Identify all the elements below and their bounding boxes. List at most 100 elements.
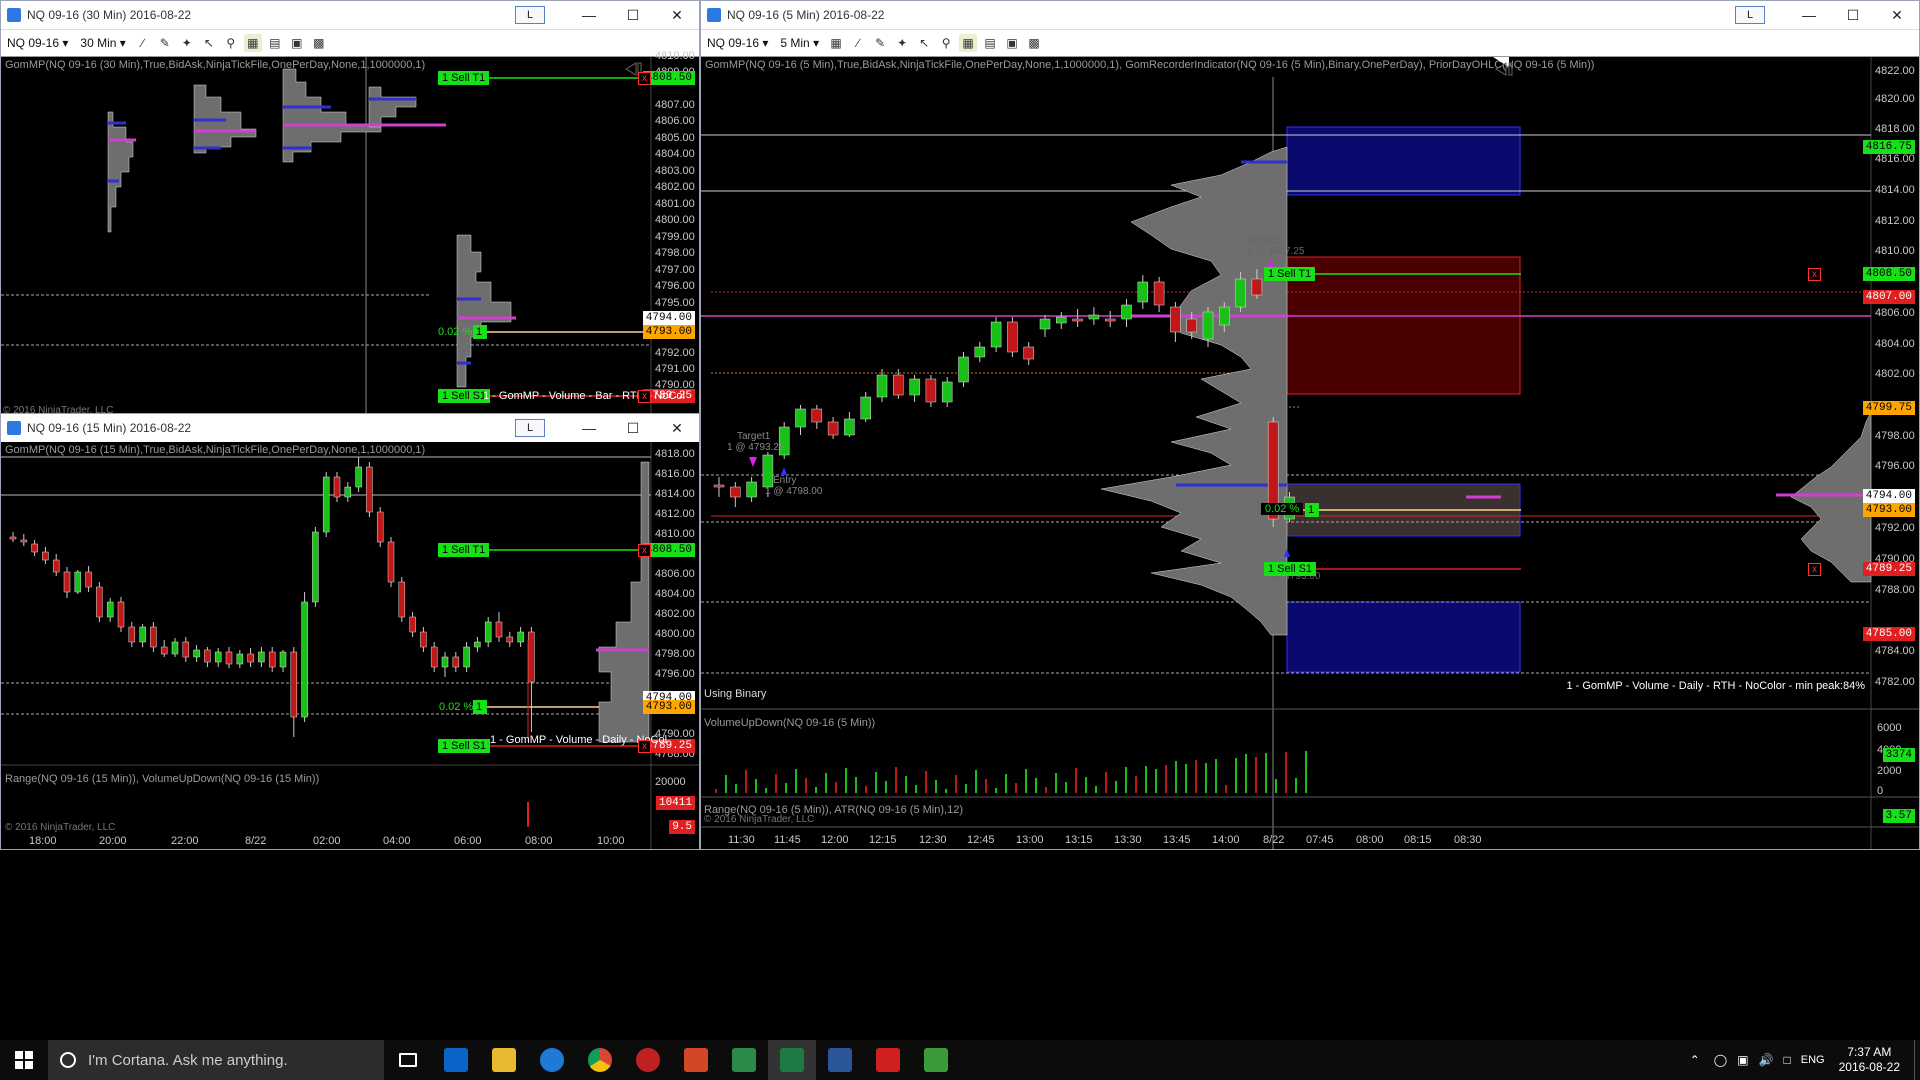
close-icon[interactable]: ✕: [655, 414, 699, 442]
sell-t1-order[interactable]: 1 Sell T1: [438, 71, 490, 85]
position-marker[interactable]: 1: [1305, 503, 1319, 517]
minimize-icon[interactable]: —: [1787, 1, 1831, 29]
candle-body: [1039, 318, 1051, 330]
people-icon[interactable]: ◯: [1714, 1053, 1727, 1067]
pencil-icon[interactable]: ✎: [871, 34, 889, 52]
magic-icon[interactable]: ✦: [893, 34, 911, 52]
price-axis[interactable]: 4822.00 4820.00 4818.00 4816.00 4814.00 …: [1871, 57, 1919, 709]
instrument-selector[interactable]: NQ 09-16 ▾: [701, 32, 774, 54]
show-desktop-button[interactable]: [1914, 1040, 1920, 1080]
candle-body: [844, 418, 855, 436]
time-axis[interactable]: 11:30 11:45 12:00 12:15 12:30 12:45 13:0…: [701, 832, 1871, 849]
candle-body: [730, 486, 741, 498]
minimize-icon[interactable]: —: [567, 414, 611, 442]
line-tool-icon[interactable]: ∕: [134, 34, 152, 52]
tws-icon[interactable]: [720, 1040, 768, 1080]
magic-icon[interactable]: ✦: [178, 34, 196, 52]
notification-chat-icon[interactable]: □: [1784, 1053, 1791, 1067]
chart-window-5min[interactable]: NQ 09-16 (5 Min) 2016-08-22 L — ☐ ✕ NQ 0…: [700, 0, 1920, 850]
candle-body: [876, 374, 888, 398]
cancel-order-icon[interactable]: x: [1808, 268, 1821, 281]
position-marker[interactable]: 1: [473, 700, 487, 714]
indicators-icon[interactable]: ▤: [981, 34, 999, 52]
price-axis[interactable]: 4810.00 4809.00 4807.00 4806.00 4805.00 …: [651, 50, 699, 414]
powerpoint-icon[interactable]: [672, 1040, 720, 1080]
properties-icon[interactable]: ▩: [1025, 34, 1043, 52]
cancel-order-icon[interactable]: x: [638, 544, 651, 557]
close-icon[interactable]: ✕: [1875, 1, 1919, 29]
ninjatrader-app-icon[interactable]: [624, 1040, 672, 1080]
cancel-order-icon[interactable]: x: [638, 390, 651, 403]
task-view-icon[interactable]: [384, 1040, 432, 1080]
zoom-icon[interactable]: ⚲: [937, 34, 955, 52]
volume-icon[interactable]: 🔊: [1759, 1053, 1774, 1067]
maximize-icon[interactable]: ☐: [611, 1, 655, 29]
instrument-selector[interactable]: NQ 09-16 ▾: [1, 32, 74, 54]
candle-body: [1104, 318, 1116, 322]
price-tick: 4818.00: [655, 448, 695, 460]
chart-window-15min[interactable]: NQ 09-16 (15 Min) 2016-08-22 L — ☐ ✕ Gom…: [0, 413, 700, 850]
candle-body: [193, 649, 200, 658]
zoom-icon[interactable]: ⚲: [222, 34, 240, 52]
sell-t1-order[interactable]: 1 Sell T1: [1264, 267, 1316, 281]
sell-s1-order[interactable]: 1 Sell S1: [1264, 562, 1317, 576]
price-axis[interactable]: 4818.00 4816.00 4814.00 4812.00 4810.00 …: [651, 442, 699, 765]
price-chart[interactable]: GomMP(NQ 09-16 (30 Min),True,BidAsk,Ninj…: [1, 50, 699, 414]
language-indicator[interactable]: ENG: [1801, 1054, 1825, 1066]
outlook-icon[interactable]: [432, 1040, 480, 1080]
close-icon[interactable]: ✕: [655, 1, 699, 29]
cancel-order-icon[interactable]: x: [638, 72, 651, 85]
properties-icon[interactable]: ▩: [310, 34, 328, 52]
cortana-search[interactable]: I'm Cortana. Ask me anything.: [48, 1040, 384, 1080]
position-marker[interactable]: 1: [473, 325, 487, 339]
title-bar[interactable]: NQ 09-16 (30 Min) 2016-08-22 L — ☐ ✕: [1, 1, 699, 29]
strategy-icon[interactable]: ▣: [288, 34, 306, 52]
indicators-icon[interactable]: ▤: [266, 34, 284, 52]
sell-t1-order[interactable]: 1 Sell T1: [438, 543, 490, 557]
file-explorer-icon[interactable]: [480, 1040, 528, 1080]
candle-body: [452, 656, 460, 668]
time-tick: 12:15: [869, 834, 897, 846]
interval-selector[interactable]: 30 Min ▾: [74, 32, 131, 54]
app-green-icon[interactable]: [912, 1040, 960, 1080]
title-bar[interactable]: NQ 09-16 (15 Min) 2016-08-22 L — ☐ ✕: [1, 414, 699, 442]
clock[interactable]: 7:37 AM 2016-08-22: [1839, 1045, 1900, 1075]
windows-start-icon[interactable]: [0, 1040, 48, 1080]
cancel-order-icon[interactable]: x: [1808, 563, 1821, 576]
chart-window-30min[interactable]: NQ 09-16 (30 Min) 2016-08-22 L — ☐ ✕ NQ …: [0, 0, 700, 415]
pointer-icon[interactable]: ↖: [915, 34, 933, 52]
time-axis[interactable]: 18:00 20:00 22:00 8/22 02:00 04:00 06:00…: [1, 834, 651, 849]
edge-icon[interactable]: [528, 1040, 576, 1080]
candle-body: [1023, 346, 1034, 360]
strategy-icon[interactable]: ▣: [1003, 34, 1021, 52]
pencil-icon[interactable]: ✎: [156, 34, 174, 52]
word-icon[interactable]: [816, 1040, 864, 1080]
candle-body: [139, 626, 146, 643]
link-button[interactable]: L: [515, 419, 545, 437]
maximize-icon[interactable]: ☐: [1831, 1, 1875, 29]
cancel-order-icon[interactable]: x: [638, 740, 651, 753]
maximize-icon[interactable]: ☐: [611, 414, 655, 442]
bars-icon[interactable]: ▦: [243, 34, 262, 52]
chrome-icon[interactable]: [576, 1040, 624, 1080]
candle-body: [795, 408, 806, 428]
candle-body: [236, 653, 244, 665]
gmail-icon[interactable]: [864, 1040, 912, 1080]
pointer-icon[interactable]: ↖: [200, 34, 218, 52]
tray-chevron-icon[interactable]: ⌃: [1690, 1053, 1700, 1067]
bars-icon[interactable]: ▦: [959, 34, 978, 52]
network-icon[interactable]: ▣: [1737, 1053, 1748, 1067]
sell-s1-order[interactable]: 1 Sell S1: [438, 739, 491, 753]
excel-icon[interactable]: [768, 1040, 816, 1080]
link-button[interactable]: L: [1735, 6, 1765, 24]
interval-selector[interactable]: 5 Min ▾: [774, 32, 825, 54]
line-tool-icon[interactable]: ∕: [849, 34, 867, 52]
minimize-icon[interactable]: —: [567, 1, 611, 29]
candle-body: [106, 601, 114, 618]
title-bar[interactable]: NQ 09-16 (5 Min) 2016-08-22 L — ☐ ✕: [701, 1, 1919, 29]
bar-style-icon[interactable]: ▦: [827, 34, 845, 52]
price-chart[interactable]: GomMP(NQ 09-16 (15 Min),True,BidAsk,Ninj…: [1, 442, 699, 849]
link-button[interactable]: L: [515, 6, 545, 24]
price-tick: 4788.00: [1875, 584, 1915, 596]
price-chart[interactable]: GomMP(NQ 09-16 (5 Min),True,BidAsk,Ninja…: [701, 57, 1919, 849]
